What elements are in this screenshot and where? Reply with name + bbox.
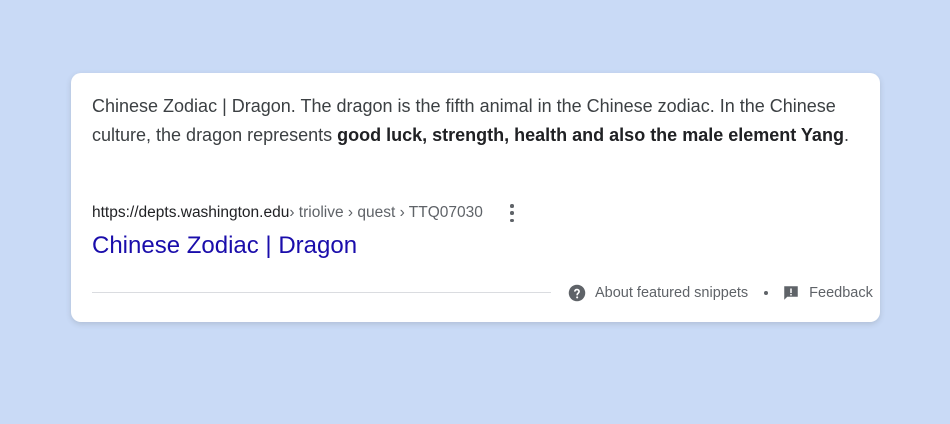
snippet-footer: About featured snippets Feedback xyxy=(568,283,873,303)
result-url: https://depts.washington.edu › triolive … xyxy=(92,202,517,224)
feedback-label: Feedback xyxy=(809,285,873,301)
more-dot xyxy=(510,218,514,222)
result-title-link[interactable]: Chinese Zodiac | Dragon xyxy=(92,231,357,261)
feedback-icon xyxy=(784,286,798,300)
result-url-host: https://depts.washington.edu xyxy=(92,204,290,221)
more-dot xyxy=(510,211,514,215)
divider xyxy=(92,292,551,293)
footer-separator xyxy=(764,291,769,295)
feedback-link[interactable]: Feedback xyxy=(782,284,873,302)
about-featured-snippets-link[interactable]: About featured snippets xyxy=(568,284,748,302)
about-featured-snippets-label: About featured snippets xyxy=(595,285,749,301)
help-circle-icon xyxy=(568,284,586,302)
result-url-path: › triolive › quest › TTQ07030 xyxy=(289,204,483,221)
snippet-text-bold: good luck, strength, health and also the… xyxy=(337,124,844,145)
featured-snippet-card: Chinese Zodiac | Dragon. The dragon is t… xyxy=(71,73,880,322)
snippet-text: Chinese Zodiac | Dragon. The dragon is t… xyxy=(92,92,852,149)
snippet-text-end: . xyxy=(843,124,849,145)
more-dot xyxy=(510,204,514,208)
more-vert-icon[interactable] xyxy=(507,204,517,222)
